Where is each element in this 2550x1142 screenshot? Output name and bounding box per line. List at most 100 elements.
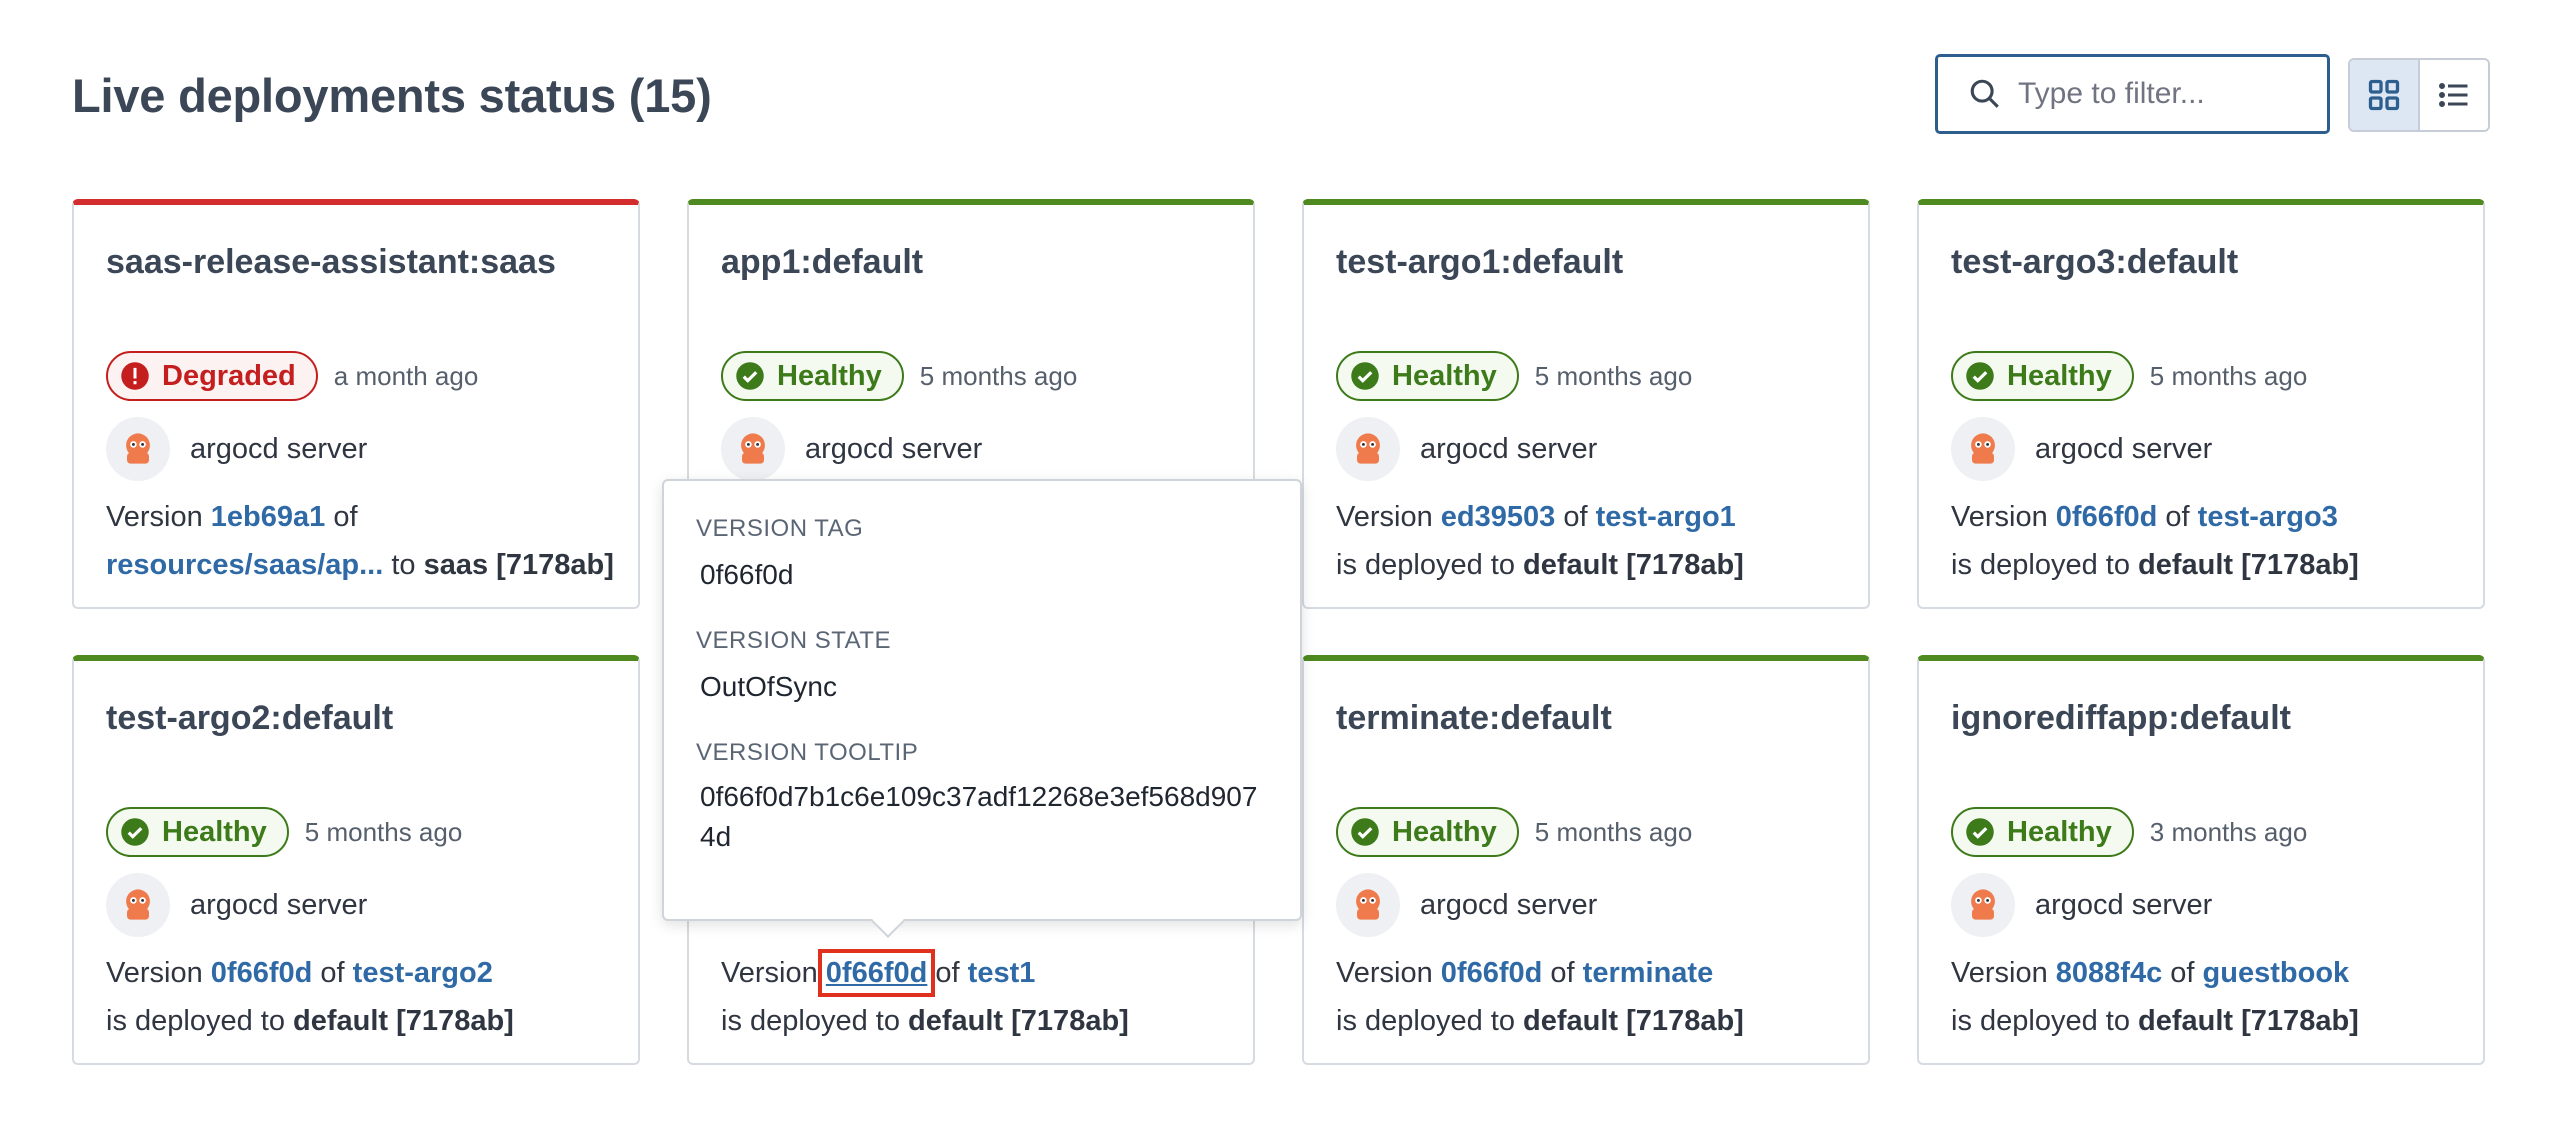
status-text: Healthy — [1392, 815, 1497, 848]
card-title: test-argo1:default — [1336, 243, 1624, 281]
app-link[interactable]: terminate — [1583, 957, 1714, 989]
card-title: app1:default — [721, 243, 924, 281]
status-text: Healthy — [777, 359, 882, 392]
list-view-button[interactable] — [2420, 60, 2488, 130]
server-label: argocd server — [2035, 432, 2213, 465]
avatar — [1951, 417, 2015, 481]
argo-octopus-icon — [1356, 433, 1380, 464]
version-link[interactable]: 0f66f0d — [2056, 501, 2158, 533]
grid-view-button[interactable] — [2350, 60, 2420, 130]
deploy-time: 5 months ago — [1534, 360, 1693, 391]
version-prefix: Version — [106, 501, 203, 533]
deploy-target: default [7178ab] — [2138, 1005, 2359, 1037]
check-circle-icon — [736, 362, 764, 390]
deploy-target-line: is deployed to default [7178ab] — [1336, 549, 1744, 582]
argo-octopus-icon — [741, 433, 765, 464]
status-text: Healthy — [1392, 359, 1497, 392]
status-text: Healthy — [2007, 359, 2112, 392]
filter-input[interactable] — [2018, 77, 2308, 111]
check-circle-icon — [1351, 818, 1379, 846]
deploy-target: default [7178ab] — [908, 1005, 1129, 1037]
deployed-text: is deployed to — [1336, 549, 1515, 581]
app-link[interactable]: test-argo2 — [353, 957, 493, 989]
app-link[interactable]: test-argo1 — [1596, 501, 1736, 533]
of-text: of — [320, 957, 345, 989]
deployment-card[interactable]: test-argo1:default Healthy 5 months ago … — [1302, 199, 1870, 609]
deploy-target: default [7178ab] — [293, 1005, 514, 1037]
deployed-text: is deployed to — [1951, 549, 2130, 581]
avatar — [1336, 873, 1400, 937]
version-tooltip: VERSION TAG 0f66f0d VERSION STATE OutOfS… — [662, 479, 1302, 938]
deploy-time: a month ago — [333, 360, 479, 391]
version-tooltip-value: 0f66f0d7b1c6e109c37adf12268e3ef568d9074d — [700, 781, 1258, 852]
to-text: to — [391, 549, 416, 581]
filter-input-container[interactable] — [1935, 54, 2330, 134]
avatar — [1336, 417, 1400, 481]
avatar — [721, 417, 785, 481]
deploy-target-line: is deployed to default [7178ab] — [721, 1005, 1129, 1038]
deploy-target: default [7178ab] — [1523, 1005, 1744, 1037]
server-label: argocd server — [1420, 432, 1598, 465]
deploy-time: 5 months ago — [1534, 816, 1693, 847]
version-link[interactable]: 8088f4c — [2056, 957, 2162, 989]
version-prefix: Version — [1336, 501, 1433, 533]
avatar — [1951, 873, 2015, 937]
error-icon — [121, 362, 149, 390]
check-circle-icon — [1351, 362, 1379, 390]
version-prefix: Version — [106, 957, 203, 989]
version-state-value: OutOfSync — [700, 671, 837, 702]
version-line: Version 1eb69a1 of — [106, 501, 358, 534]
deploy-time: 5 months ago — [2149, 360, 2308, 391]
deploy-target: default [7178ab] — [1523, 549, 1744, 581]
status-text: Healthy — [2007, 815, 2112, 848]
server-label: argocd server — [2035, 888, 2213, 921]
deploy-target-line: is deployed to default [7178ab] — [1336, 1005, 1744, 1038]
deployment-card[interactable]: test-argo2:default Healthy 5 months ago … — [72, 655, 640, 1065]
deploy-time: 5 months ago — [304, 816, 463, 847]
version-link[interactable]: 0f66f0d — [1441, 957, 1543, 989]
of-text: of — [2170, 957, 2195, 989]
version-link[interactable]: 0f66f0d — [211, 957, 313, 989]
version-link[interactable]: ed39503 — [1441, 501, 1556, 533]
version-line: Version 8088f4c of guestbook — [1951, 957, 2349, 990]
check-circle-icon — [1966, 818, 1994, 846]
status-badge: Healthy — [1951, 351, 2134, 401]
version-prefix: Version — [1336, 957, 1433, 989]
app-link[interactable]: test1 — [968, 957, 1036, 989]
deploy-time: 5 months ago — [919, 360, 1078, 391]
version-line: Version 0f66f0d of test-argo3 — [1951, 501, 2338, 534]
deployment-card[interactable]: ignorediffapp:default Healthy 3 months a… — [1917, 655, 2485, 1065]
status-badge: Healthy — [721, 351, 904, 401]
deployment-card[interactable]: terminate:default Healthy 5 months ago a… — [1302, 655, 1870, 1065]
list-view-icon — [2439, 83, 2468, 107]
card-title: terminate:default — [1336, 699, 1612, 737]
argo-octopus-icon — [126, 889, 150, 920]
version-line: Version 0f66f0d of test1 — [721, 949, 1036, 997]
card-title: test-argo2:default — [106, 699, 394, 737]
of-text: of — [1550, 957, 1575, 989]
deployed-text: is deployed to — [106, 1005, 285, 1037]
deployment-card[interactable]: saas-release-assistant:saas Degraded a m… — [72, 199, 640, 609]
version-link-highlighted[interactable]: 0f66f0d — [817, 949, 936, 997]
deployed-text: is deployed to — [1951, 1005, 2130, 1037]
version-tag-label: VERSION TAG — [696, 515, 864, 542]
argo-octopus-icon — [126, 433, 150, 464]
app-link[interactable]: resources/saas/ap... — [106, 549, 383, 581]
app-link[interactable]: guestbook — [2203, 957, 2350, 989]
card-title: test-argo3:default — [1951, 243, 2239, 281]
deploy-target-line: is deployed to default [7178ab] — [106, 1005, 514, 1038]
deployment-card[interactable]: test-argo3:default Healthy 5 months ago … — [1917, 199, 2485, 609]
card-title: saas-release-assistant:saas — [106, 243, 556, 281]
server-label: argocd server — [1420, 888, 1598, 921]
deploy-target: default [7178ab] — [2138, 549, 2359, 581]
avatar — [106, 417, 170, 481]
of-text: of — [935, 957, 960, 989]
server-label: argocd server — [805, 432, 983, 465]
version-link[interactable]: 1eb69a1 — [211, 501, 326, 533]
app-link[interactable]: test-argo3 — [2198, 501, 2338, 533]
deploy-target: saas [7178ab] — [423, 549, 614, 581]
version-prefix: Version — [1951, 957, 2048, 989]
avatar — [106, 873, 170, 937]
of-text: of — [333, 501, 358, 533]
check-circle-icon — [1966, 362, 1994, 390]
